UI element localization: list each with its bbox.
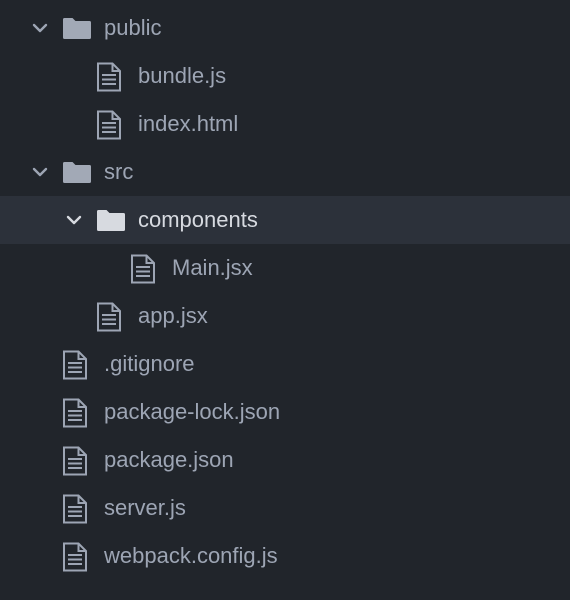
folder-row-public[interactable]: public <box>0 4 570 52</box>
file-label: package.json <box>104 447 234 472</box>
file-text-icon <box>62 494 88 524</box>
file-text-icon <box>62 542 88 572</box>
folder-icon <box>62 161 92 183</box>
chevron-down-icon[interactable] <box>30 18 50 38</box>
file-label: bundle.js <box>138 63 227 88</box>
file-row-webpack-config-js[interactable]: webpack.config.js <box>0 532 570 580</box>
file-text-icon <box>130 254 156 284</box>
file-row-main-jsx[interactable]: Main.jsx <box>0 244 570 292</box>
folder-row-src[interactable]: src <box>0 148 570 196</box>
file-row-index-html[interactable]: index.html <box>0 100 570 148</box>
folder-label: src <box>104 159 134 184</box>
file-label: webpack.config.js <box>104 543 278 568</box>
folder-row-components[interactable]: components <box>0 196 570 244</box>
file-label: index.html <box>138 111 239 136</box>
file-row-package-lock-json[interactable]: package-lock.json <box>0 388 570 436</box>
folder-icon <box>62 17 92 39</box>
file-label: package-lock.json <box>104 399 281 424</box>
file-text-icon <box>96 62 122 92</box>
chevron-down-icon[interactable] <box>30 162 50 182</box>
folder-icon <box>96 209 126 231</box>
file-text-icon <box>96 302 122 332</box>
folder-label: public <box>104 15 162 40</box>
file-row-gitignore[interactable]: .gitignore <box>0 340 570 388</box>
file-row-package-json[interactable]: package.json <box>0 436 570 484</box>
folder-label: components <box>138 207 258 232</box>
file-text-icon <box>62 398 88 428</box>
file-text-icon <box>96 110 122 140</box>
file-tree-panel: public bundle.js index.html src components Ma… <box>0 0 570 600</box>
file-row-app-jsx[interactable]: app.jsx <box>0 292 570 340</box>
file-row-bundle-js[interactable]: bundle.js <box>0 52 570 100</box>
file-label: .gitignore <box>104 351 195 376</box>
file-text-icon <box>62 350 88 380</box>
file-label: Main.jsx <box>172 255 253 280</box>
file-label: server.js <box>104 495 186 520</box>
file-text-icon <box>62 446 88 476</box>
chevron-down-icon[interactable] <box>64 210 84 230</box>
file-row-server-js[interactable]: server.js <box>0 484 570 532</box>
file-label: app.jsx <box>138 303 208 328</box>
